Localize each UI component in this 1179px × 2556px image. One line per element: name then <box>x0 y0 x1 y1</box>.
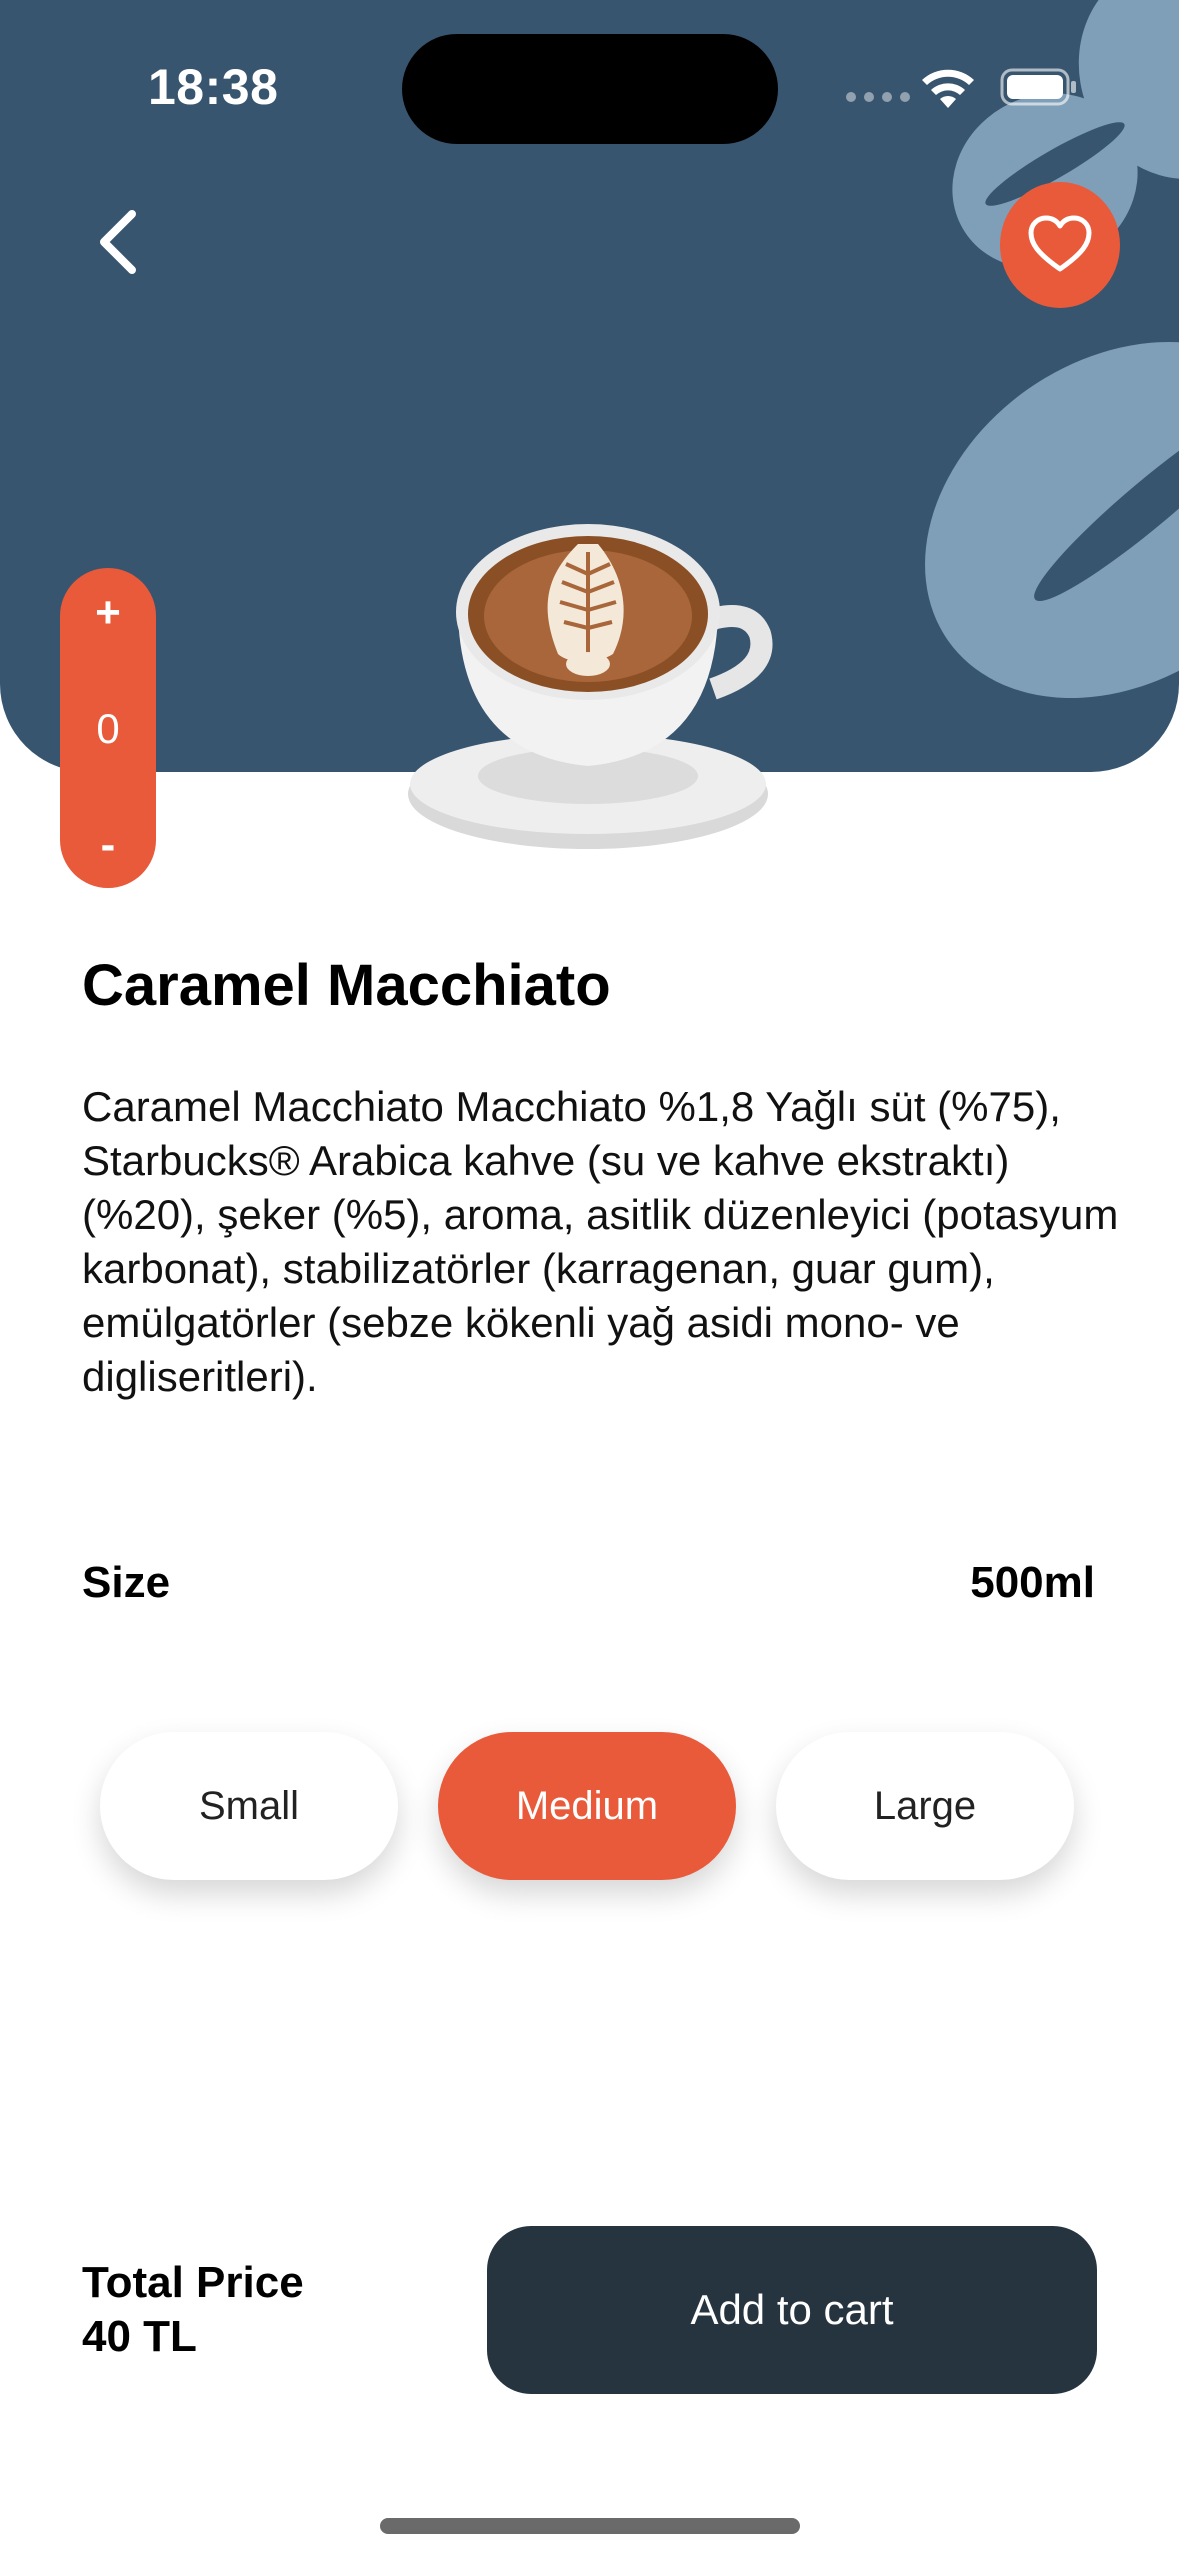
size-value: 500ml <box>970 1558 1095 1607</box>
status-time: 18:38 <box>148 59 279 115</box>
favorite-button[interactable] <box>1000 182 1120 308</box>
total-price-label: Total Price <box>82 2258 304 2307</box>
battery-icon <box>1000 68 1076 106</box>
coffee-cup-image <box>408 524 773 849</box>
decrement-button[interactable]: - <box>60 814 156 876</box>
add-to-cart-button[interactable]: Add to cart <box>487 2226 1097 2394</box>
heart-icon <box>1028 215 1092 272</box>
home-indicator[interactable] <box>380 2518 800 2534</box>
wifi-icon <box>922 69 974 108</box>
total-price-value: 40 TL <box>82 2312 197 2361</box>
chevron-left-icon[interactable] <box>88 202 148 282</box>
quantity-value: 0 <box>96 705 120 752</box>
product-title: Caramel Macchiato <box>82 953 611 1018</box>
size-options: Small Medium Large <box>100 1732 1074 1880</box>
size-option-medium[interactable]: Medium <box>438 1732 736 1880</box>
size-option-small[interactable]: Small <box>100 1732 398 1880</box>
dynamic-island <box>402 34 778 144</box>
increment-button[interactable]: + <box>60 582 156 644</box>
size-label: Size <box>82 1558 171 1607</box>
cellular-signal-icon <box>846 92 910 102</box>
quantity-stepper: + 0 - <box>60 568 156 888</box>
size-option-large[interactable]: Large <box>776 1732 1074 1880</box>
product-description: Caramel Macchiato Macchiato %1,8 Yağlı s… <box>82 1083 1119 1400</box>
product-detail-screen: 18:38 + 0 - Caramel Macchiato Caramel Ma… <box>0 0 1179 2556</box>
